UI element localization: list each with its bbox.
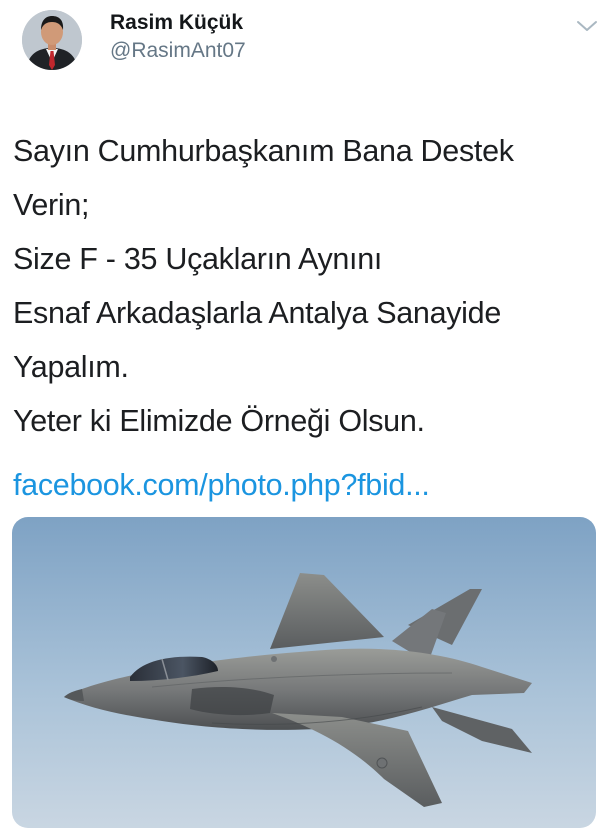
- tweet-text-line: Verin;: [13, 188, 90, 222]
- chevron-down-icon[interactable]: [575, 16, 599, 36]
- tweet-text: Sayın Cumhurbaşkanım Bana Destek Verin; …: [13, 124, 603, 448]
- tweet-link[interactable]: facebook.com/photo.php?fbid...: [13, 458, 430, 512]
- tweet-card: Rasim Küçük @RasimAnt07 Sayın Cumhurbaşk…: [0, 0, 613, 828]
- tweet-text-line: Yeter ki Elimizde Örneği Olsun.: [13, 404, 425, 438]
- tweet-text-line: Esnaf Arkadaşlarla Antalya Sanayide: [13, 296, 501, 330]
- avatar[interactable]: [22, 10, 82, 70]
- tweet-text-line: Size F - 35 Uçakların Aynını: [13, 242, 383, 276]
- jet-aircraft-photo: [12, 517, 596, 828]
- tweet-text-line: Yapalım.: [13, 350, 129, 384]
- tweet-author[interactable]: Rasim Küçük @RasimAnt07: [110, 9, 246, 65]
- user-handle[interactable]: @RasimAnt07: [110, 37, 246, 65]
- display-name[interactable]: Rasim Küçük: [110, 9, 246, 37]
- tweet-text-line: Sayın Cumhurbaşkanım Bana Destek: [13, 134, 514, 168]
- tweet-media[interactable]: [12, 517, 596, 828]
- user-portrait-icon: [22, 10, 82, 70]
